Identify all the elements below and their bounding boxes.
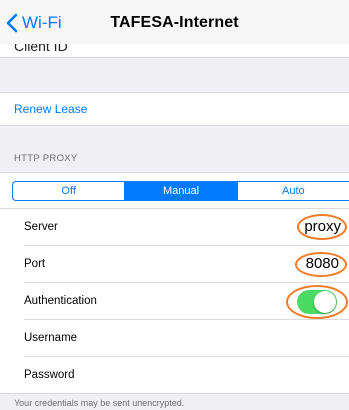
client-id-label: Client ID	[14, 44, 68, 54]
password-row[interactable]: Password	[0, 357, 349, 394]
authentication-highlight	[286, 285, 348, 319]
client-id-row[interactable]: Client ID	[0, 44, 349, 58]
navigation-bar: Wi-Fi TAFESA-Internet	[0, 0, 349, 44]
server-label: Server	[24, 221, 58, 233]
segment-auto[interactable]: Auto	[238, 182, 349, 200]
port-label: Port	[24, 258, 46, 270]
renew-lease-button[interactable]: Renew Lease	[0, 92, 349, 126]
renew-lease-label: Renew Lease	[14, 102, 88, 116]
proxy-settings-group: Server proxy Port 8080 Authentication Us…	[0, 208, 349, 394]
server-row[interactable]: Server proxy	[0, 209, 349, 246]
port-row[interactable]: Port 8080	[0, 246, 349, 283]
http-proxy-header: HTTP PROXY	[14, 153, 78, 164]
username-row[interactable]: Username	[0, 320, 349, 357]
credentials-warning: Your credentials may be sent unencrypted…	[14, 398, 185, 408]
segment-off[interactable]: Off	[13, 182, 126, 200]
password-label: Password	[24, 369, 75, 381]
authentication-label: Authentication	[24, 295, 97, 307]
port-highlight	[295, 252, 347, 277]
segment-manual[interactable]: Manual	[125, 182, 238, 200]
proxy-mode-row: Off Manual Auto	[0, 172, 349, 208]
proxy-mode-segmented-control: Off Manual Auto	[12, 181, 349, 201]
authentication-row: Authentication	[0, 283, 349, 320]
username-label: Username	[24, 332, 78, 344]
server-highlight	[297, 214, 347, 240]
page-title: TAFESA-Internet	[110, 14, 239, 31]
